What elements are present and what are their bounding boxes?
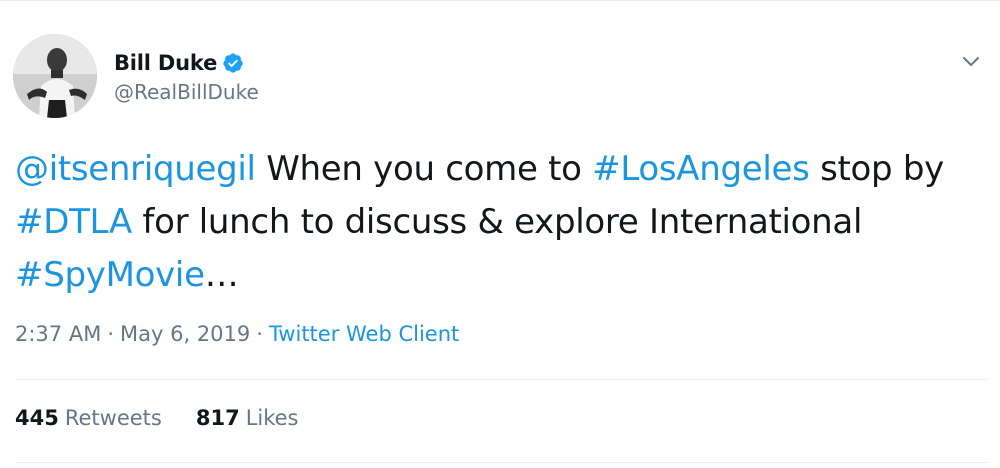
likes-count: 817 <box>195 406 240 430</box>
tweet-text-ellipsis: … <box>204 255 239 295</box>
tweet-time[interactable]: 2:37 AM <box>15 322 101 346</box>
tweet-source-link[interactable]: Twitter Web Client <box>269 322 459 346</box>
avatar[interactable] <box>13 34 97 118</box>
name-row: Bill Duke <box>114 48 259 78</box>
user-handle[interactable]: @RealBillDuke <box>114 80 259 104</box>
display-name[interactable]: Bill Duke <box>114 51 217 75</box>
divider <box>15 462 987 463</box>
chevron-down-icon[interactable] <box>958 48 984 74</box>
tweet-text-segment: When you come to <box>255 149 593 189</box>
meta-separator: · <box>256 322 263 346</box>
likes-stat[interactable]: 817 Likes <box>196 406 299 430</box>
tweet-meta: 2:37 AM · May 6, 2019 · Twitter Web Client <box>15 322 459 346</box>
meta-separator: · <box>107 322 115 346</box>
user-info: Bill Duke @RealBillDuke <box>114 48 259 104</box>
tweet-text-segment: for lunch to discuss & explore Internati… <box>131 202 863 242</box>
divider <box>15 379 987 380</box>
hashtag-link-spymovie[interactable]: #SpyMovie <box>15 255 205 295</box>
likes-label: Likes <box>245 406 299 430</box>
tweet-text-segment: stop by <box>809 149 944 189</box>
avatar-photo-icon <box>13 34 97 118</box>
tweet-text: @itsenriquegil When you come to #LosAnge… <box>15 143 985 302</box>
tweet-card: Bill Duke @RealBillDuke @itsenriquegil W… <box>0 0 1000 468</box>
hashtag-link-dtla[interactable]: #DTLA <box>15 202 132 242</box>
tweet-date[interactable]: May 6, 2019 <box>120 322 250 346</box>
tweet-stats: 445 Retweets 817 Likes <box>15 406 299 430</box>
hashtag-link-losangeles[interactable]: #LosAngeles <box>592 149 810 189</box>
retweets-label: Retweets <box>64 406 162 430</box>
mention-link[interactable]: @itsenriquegil <box>15 149 256 189</box>
verified-badge-icon <box>222 52 244 74</box>
retweets-count: 445 <box>15 406 59 430</box>
retweets-stat[interactable]: 445 Retweets <box>15 406 162 430</box>
